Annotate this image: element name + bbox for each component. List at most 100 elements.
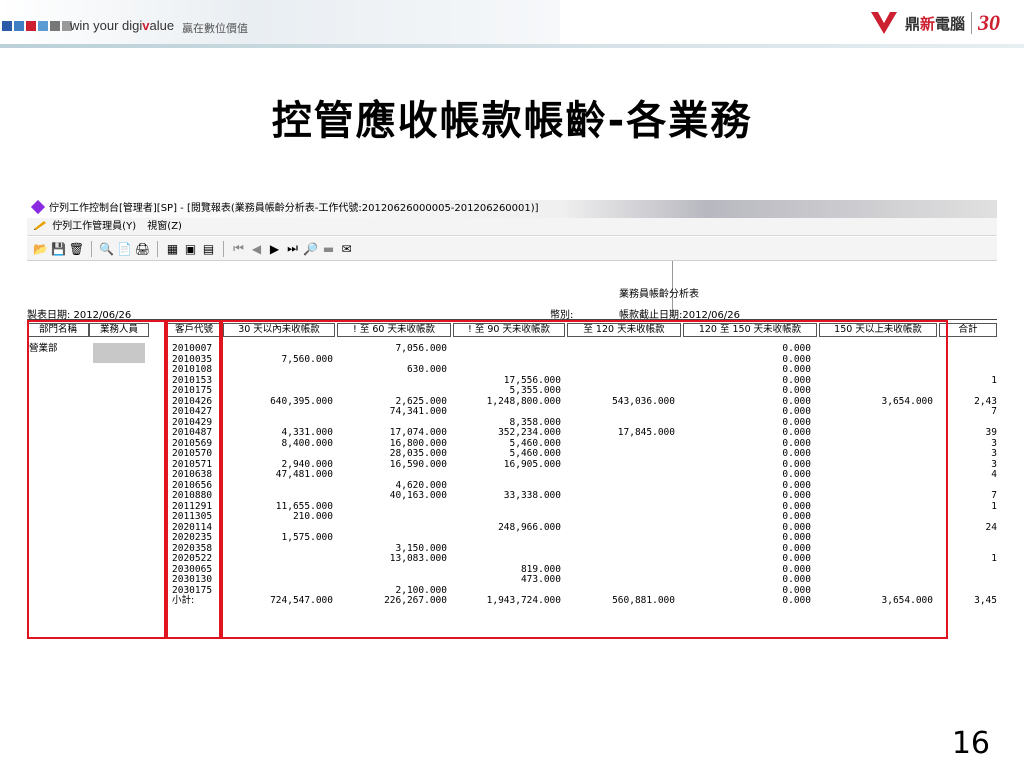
brand-slogan: win your digivalue <box>70 18 175 33</box>
column-header: 客戶代號 <box>167 323 221 337</box>
preview-icon[interactable]: 📄 <box>117 241 132 256</box>
customer-code: 2010153 <box>172 374 213 386</box>
aging-value: 7 <box>991 406 997 417</box>
customer-code: 2010638 <box>172 469 213 480</box>
aging-value: 352,234.000 <box>498 427 561 438</box>
first-page-icon[interactable]: ⏮ <box>231 241 246 256</box>
trash-icon[interactable]: 🗑 <box>69 241 84 256</box>
aging-value: 16,905.000 <box>503 458 561 470</box>
subtotal-value: 560,881.000 <box>612 595 675 606</box>
next-page-icon[interactable]: ▶ <box>267 241 282 256</box>
aging-value: 2,625.000 <box>395 395 447 407</box>
customer-code: 2010108 <box>172 364 213 375</box>
menu-queue-manager[interactable]: 佇列工作管理員(Y) <box>52 221 136 232</box>
aging-value: 13,083.000 <box>389 553 447 564</box>
aging-value: 0.000 <box>782 542 811 554</box>
logo-mark-icon <box>870 12 897 34</box>
customer-code: 2010007 <box>172 343 213 354</box>
company-logo: 鼎新電腦 30 <box>869 10 1000 36</box>
aging-value: 0.000 <box>782 584 811 596</box>
find-icon[interactable]: 🔍 <box>99 241 114 256</box>
save-icon[interactable]: 💾 <box>51 241 66 256</box>
toolbar-separator <box>223 240 224 257</box>
aging-value: 0.000 <box>782 574 811 585</box>
customer-code: 2011291 <box>172 500 213 512</box>
brand-subtitle: 贏在數位價值 <box>182 22 248 35</box>
aging-value: 3,150.000 <box>395 542 447 554</box>
column-header: 合計 <box>939 323 997 337</box>
export-icon[interactable]: ▦ <box>165 241 180 256</box>
aging-value: 0.000 <box>782 406 811 417</box>
aging-value: 8,358.000 <box>509 416 561 428</box>
aging-value: 0.000 <box>782 500 811 512</box>
aging-value: 640,395.000 <box>270 395 333 407</box>
subtotal-value: 3,45 <box>974 595 997 606</box>
column-header: ! 至 60 天未收帳款 <box>337 323 451 337</box>
aging-value: 0.000 <box>782 553 811 564</box>
aging-value: 7 <box>991 490 997 501</box>
redacted-salesperson <box>93 343 145 363</box>
customer-code: 2020235 <box>172 532 213 543</box>
logo-separator <box>971 12 972 34</box>
customer-code: 2020522 <box>172 553 213 564</box>
column-header: 部門名稱 <box>27 323 89 337</box>
aging-value: 11,655.000 <box>275 500 333 512</box>
aging-value: 2,100.000 <box>395 584 447 596</box>
aging-value: 3 <box>991 448 997 459</box>
mail-icon[interactable]: ✉ <box>339 241 354 256</box>
aging-value: 7,056.000 <box>395 343 447 354</box>
aging-value: 0.000 <box>782 343 811 354</box>
minus-icon[interactable]: ▬ <box>321 241 336 256</box>
aging-value: 17,556.000 <box>503 374 561 386</box>
export-alt-icon[interactable]: ▣ <box>183 241 198 256</box>
toolbar-separator <box>157 240 158 257</box>
folder-open-icon[interactable]: 📂 <box>33 241 48 256</box>
brand-square <box>14 21 24 31</box>
aging-value: 4,331.000 <box>281 427 333 438</box>
app-window: 佇列工作控制台[管理者][SP] - [閱覽報表(業務員帳齡分析表-工作代號:2… <box>27 200 997 640</box>
aging-value: 1 <box>991 500 997 512</box>
customer-code: 2010426 <box>172 395 213 407</box>
aging-value: 24 <box>985 521 997 533</box>
brand-square <box>38 21 48 31</box>
window-titlebar: 佇列工作控制台[管理者][SP] - [閱覽報表(業務員帳齡分析表-工作代號:2… <box>27 200 997 218</box>
aging-value: 2,43 <box>974 395 997 407</box>
customer-code: 2030130 <box>172 574 213 585</box>
brand-square <box>50 21 60 31</box>
subtotal-value: 226,267.000 <box>384 595 447 606</box>
menubar: 佇列工作管理員(Y) 視窗(Z) <box>27 218 997 236</box>
customer-code: 2010487 <box>172 427 213 438</box>
aging-value: 0.000 <box>782 511 811 522</box>
aging-value: 5,460.000 <box>509 448 561 459</box>
aging-value: 8,400.000 <box>281 437 333 449</box>
prev-page-icon[interactable]: ◀ <box>249 241 264 256</box>
customer-code: 2011305 <box>172 511 213 522</box>
print-icon[interactable]: 🖨 <box>135 241 150 256</box>
last-page-icon[interactable]: ⏭ <box>285 241 300 256</box>
aging-value: 0.000 <box>782 364 811 375</box>
aging-value: 1,575.000 <box>281 532 333 543</box>
aging-value: 630.000 <box>406 364 447 375</box>
subtotal-label: 小計: <box>172 595 195 606</box>
brand-square <box>2 21 12 31</box>
brand-color-squares <box>2 21 72 31</box>
aging-value: 0.000 <box>782 458 811 470</box>
customer-code: 2010035 <box>172 353 213 365</box>
aging-value: 0.000 <box>782 416 811 428</box>
subtotal-value: 724,547.000 <box>270 595 333 606</box>
column-header: 30 天以內未收帳款 <box>223 323 335 337</box>
aging-value: 210.000 <box>292 511 333 522</box>
aging-value: 4 <box>991 469 997 480</box>
column-header: 120 至 150 天未收帳款 <box>683 323 817 337</box>
menu-window[interactable]: 視窗(Z) <box>147 221 182 232</box>
app-icon <box>30 200 46 215</box>
aging-value: 1,248,800.000 <box>486 395 561 407</box>
aging-value: 2,940.000 <box>281 458 333 470</box>
aging-value: 0.000 <box>782 395 811 407</box>
aging-value: 28,035.000 <box>389 448 447 459</box>
aging-value: 0.000 <box>782 532 811 543</box>
aging-value: 47,481.000 <box>275 469 333 480</box>
zoom-icon[interactable]: 🔎 <box>303 241 318 256</box>
layout-icon[interactable]: ▤ <box>201 241 216 256</box>
logo-30-anniversary: 30 <box>978 10 1000 35</box>
